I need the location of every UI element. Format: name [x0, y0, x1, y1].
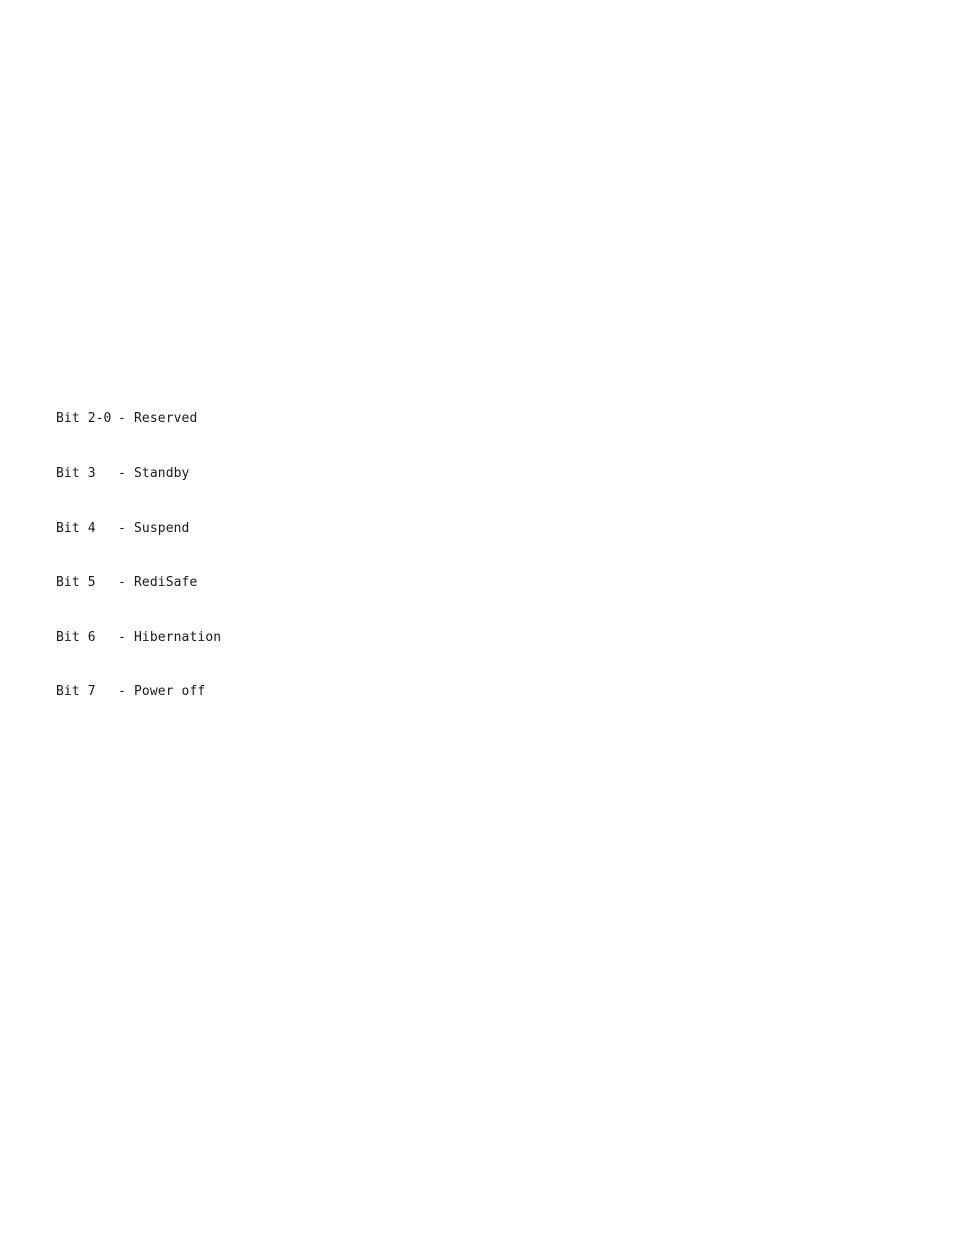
bit-separator: - — [118, 466, 126, 481]
bit-label: Bit 7 — [56, 684, 96, 700]
bit-meaning: Suspend — [134, 520, 190, 536]
bit-definition-row: Bit 6 - Hibernation — [56, 629, 221, 647]
bit-separator: - — [118, 411, 126, 427]
bit-definition-row: Bit 4 - Suspend — [56, 520, 221, 538]
bit-meaning: RediSafe — [134, 575, 198, 591]
bit-meaning: Reserved — [134, 411, 198, 427]
bit-definition-row: Bit 2-0- Reserved — [56, 410, 221, 428]
bit-label: Bit 5 — [56, 575, 96, 591]
bit-definition-row: Bit 7 - Power off — [56, 683, 221, 701]
bit-meaning: Standby — [134, 466, 190, 481]
bit-separator: - — [118, 520, 126, 536]
bit-separator: - — [118, 575, 126, 591]
bit-label: Bit 6 — [56, 629, 96, 645]
bit-definition-list: Bit 2-0- Reserved Bit 3- Standby Bit 4- Sus… — [56, 374, 221, 720]
bit-label: Bit 2-0 — [56, 411, 112, 427]
bit-separator: - — [118, 629, 126, 645]
bit-meaning: Power off — [134, 684, 206, 700]
bit-label: Bit 4 — [56, 520, 96, 536]
bit-separator: - — [118, 684, 126, 700]
bit-definition-row: Bit 5 - RediSafe — [56, 574, 221, 592]
bit-definition-row: Bit 3 - Standby — [56, 465, 221, 483]
bit-label: Bit 3 — [56, 466, 96, 481]
bit-meaning: Hibernation — [134, 629, 222, 645]
